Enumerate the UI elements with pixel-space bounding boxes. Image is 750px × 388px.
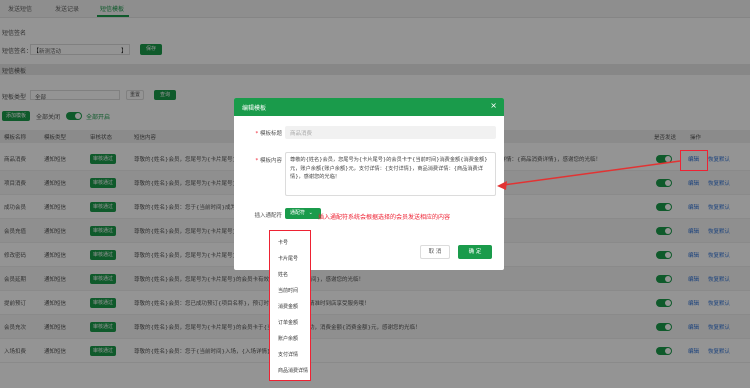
- annotation-arrow: [497, 160, 681, 190]
